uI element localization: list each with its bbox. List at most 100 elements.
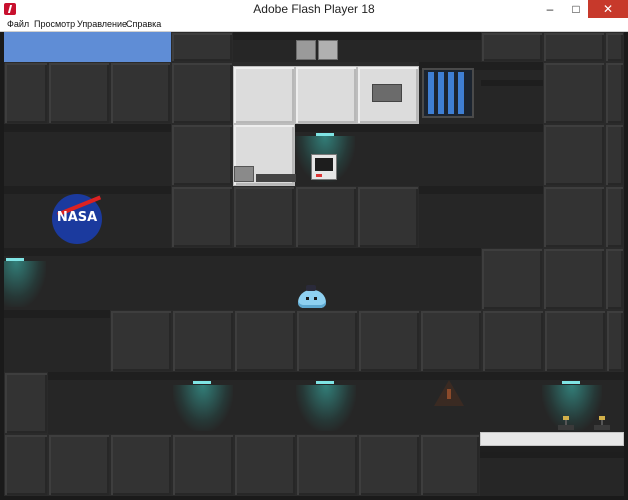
terminal-screen (315, 158, 333, 171)
character-eye (314, 297, 317, 300)
character-eye (306, 297, 309, 300)
menu-file[interactable]: Файл (7, 18, 29, 31)
background-tile (4, 248, 481, 310)
floor-tile (48, 434, 110, 496)
metal-panel (295, 66, 357, 124)
window-titlebar: Adobe Flash Player 18 – □ ✕ (0, 0, 628, 18)
wall-tile (171, 186, 233, 248)
floor-tile (358, 434, 420, 496)
metal-panel (233, 66, 295, 124)
window-bar (458, 72, 464, 114)
floor-tile (4, 434, 48, 496)
barred-window (422, 68, 474, 118)
floor-tile (172, 434, 234, 496)
wall-tile (543, 186, 605, 248)
background-tile (419, 186, 543, 248)
lever-icon[interactable] (558, 416, 574, 430)
menu-bar: Файл Просмотр Управление Справка (0, 18, 628, 32)
lever-icon[interactable] (594, 416, 610, 430)
menu-help[interactable]: Справка (126, 18, 161, 31)
lamp-light (4, 261, 46, 307)
maximize-button[interactable]: □ (562, 0, 590, 18)
pipe (256, 174, 296, 182)
ceiling-lamp (562, 381, 580, 384)
player-character[interactable] (298, 285, 326, 308)
ceiling-lamp (6, 258, 24, 261)
floor-tile (482, 310, 544, 372)
warning-mark (447, 389, 451, 399)
lever-base (594, 425, 610, 430)
computer-terminal-icon[interactable] (311, 154, 337, 180)
floor-tile (172, 310, 234, 372)
ledge (481, 80, 543, 86)
fan-icon (318, 40, 338, 60)
floor-tile (234, 310, 296, 372)
window-title: Adobe Flash Player 18 (253, 2, 375, 16)
ceiling-lamp (193, 381, 211, 384)
window-bar (438, 72, 444, 114)
floor-tile (420, 434, 480, 496)
wall-tile (543, 62, 605, 124)
white-platform (480, 432, 624, 446)
wall-tile (110, 62, 171, 124)
background-tile (481, 124, 543, 186)
wall-tile (605, 248, 624, 310)
character-hat (306, 285, 316, 291)
wall-tile (543, 124, 605, 186)
menu-view[interactable]: Просмотр (34, 18, 75, 31)
background-tile (4, 124, 171, 186)
wall-tile (4, 372, 48, 434)
wall-tile (357, 186, 419, 248)
keypad-icon (234, 166, 254, 182)
vent-icon (296, 40, 316, 60)
wall-tile (233, 186, 295, 248)
ledge (480, 452, 624, 458)
floor-tile (234, 434, 296, 496)
wall-sign (372, 84, 402, 102)
wall-tile (171, 124, 233, 186)
nasa-logo-text: NASA (56, 210, 98, 225)
lever-knob (563, 416, 569, 420)
floor-tile (606, 310, 624, 372)
wall-tile (543, 32, 605, 62)
floor-tile (296, 310, 358, 372)
game-stage[interactable]: NASA (4, 32, 624, 496)
background-tile (419, 32, 481, 62)
lamp-light (173, 385, 233, 431)
wall-tile (171, 62, 233, 124)
nasa-logo-icon: NASA (52, 194, 102, 244)
terminal-light (316, 174, 322, 177)
background-tile (4, 310, 110, 372)
floor-tile (358, 310, 420, 372)
window-bar (448, 72, 454, 114)
wall-tile (171, 32, 233, 62)
ceiling-lamp (316, 381, 334, 384)
floor-tile (544, 310, 606, 372)
floor-tile (296, 434, 358, 496)
wall-tile (605, 186, 624, 248)
ledge (4, 124, 171, 130)
wall-tile (481, 248, 543, 310)
lamp-light (296, 385, 356, 431)
floor-tile (110, 310, 172, 372)
wall-tile (605, 32, 624, 62)
wall-tile (605, 62, 624, 124)
wall-tile (48, 62, 110, 124)
wall-tile (295, 186, 357, 248)
floor-tile (420, 310, 482, 372)
lever-knob (599, 416, 605, 420)
minimize-button[interactable]: – (536, 0, 564, 18)
background-tile (481, 62, 543, 124)
ceiling-lamp (316, 133, 334, 136)
close-button[interactable]: ✕ (588, 0, 628, 18)
background-tile (419, 124, 481, 186)
sky-strip (4, 32, 171, 62)
window-bar (428, 72, 434, 114)
lever-base (558, 425, 574, 430)
floor-tile (110, 434, 172, 496)
menu-control[interactable]: Управление (77, 18, 127, 31)
wall-tile (605, 124, 624, 186)
wall-tile (4, 62, 48, 124)
wall-tile (543, 248, 605, 310)
wall-tile (481, 32, 543, 62)
